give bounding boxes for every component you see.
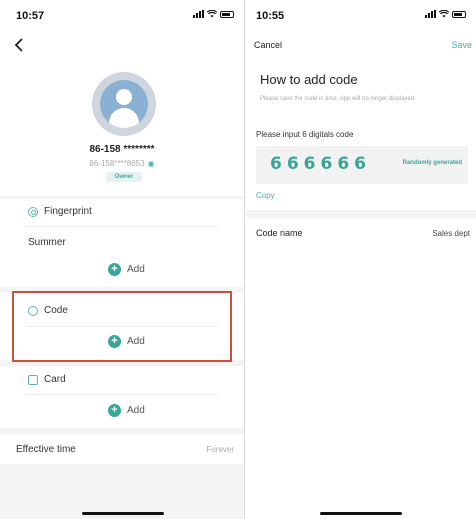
card-icon — [28, 374, 38, 385]
fingerprint-label: Fingerprint — [44, 206, 92, 217]
code-name-value: Sales dept — [432, 229, 470, 238]
user-phone-text: 86-158****8653 — [89, 159, 145, 168]
effective-time-label: Effective time — [16, 444, 76, 455]
status-bar: 10:55 — [246, 0, 476, 30]
copy-button[interactable]: Copy — [256, 191, 275, 200]
randomly-generated-button[interactable]: Randomly generated — [403, 160, 462, 166]
status-time: 10:57 — [16, 10, 45, 22]
signal-icon — [425, 10, 436, 18]
owner-badge: Owner — [106, 172, 142, 182]
card-label: Card — [44, 374, 66, 385]
add-label: Add — [127, 264, 145, 275]
effective-time-row[interactable]: Effective time Forever — [0, 434, 244, 464]
left-phone-screen: 10:57 86-158 ******** 86-158****8653 ◉ Ow… — [0, 0, 245, 519]
fingerprint-item[interactable]: Summer — [28, 237, 66, 248]
code-input-field[interactable]: 666666 Randomly generated — [256, 146, 468, 184]
save-hint: Please save the code in time, App will n… — [260, 96, 415, 102]
code-name-row[interactable]: Code name Sales dept — [246, 218, 476, 248]
battery-icon — [220, 10, 234, 18]
top-nav — [0, 30, 244, 62]
fingerprint-section: Fingerprint Summer + Add — [0, 199, 244, 287]
code-input-panel: Please input 6 digitals code 666666 Rand… — [246, 124, 476, 210]
user-name: 86-158 ******** — [89, 144, 155, 155]
signal-icon — [193, 10, 204, 18]
wifi-icon — [207, 10, 217, 18]
eye-icon[interactable]: ◉ — [148, 159, 155, 168]
add-card-button[interactable]: + Add — [108, 404, 145, 417]
code-value: 666666 — [270, 154, 371, 174]
wifi-icon — [439, 10, 449, 18]
divider — [26, 394, 218, 395]
plus-circle-icon: + — [108, 263, 121, 276]
divider — [26, 226, 218, 227]
status-icons — [193, 10, 234, 18]
save-button[interactable]: Save — [451, 40, 472, 50]
battery-icon — [452, 10, 466, 18]
card-header: Card — [28, 374, 66, 385]
empty-area — [246, 248, 476, 519]
status-bar: 10:57 — [0, 0, 244, 30]
screen-pair: 10:57 86-158 ******** 86-158****8653 ◉ Ow… — [0, 0, 476, 519]
status-time: 10:55 — [256, 10, 285, 22]
code-input-label: Please input 6 digitals code — [256, 130, 354, 139]
top-nav: Cancel Save — [246, 30, 476, 62]
fingerprint-header: Fingerprint — [28, 206, 92, 217]
plus-circle-icon: + — [108, 404, 121, 417]
home-indicator[interactable] — [320, 512, 402, 515]
effective-time-value: Forever — [206, 445, 234, 454]
card-section: Card + Add — [0, 366, 244, 428]
home-indicator[interactable] — [82, 512, 164, 515]
code-section-highlight — [12, 291, 232, 362]
add-label: Add — [127, 405, 145, 416]
status-icons — [425, 10, 466, 18]
code-name-label: Code name — [256, 228, 303, 238]
page-title: How to add code — [260, 72, 358, 87]
instructions-panel: How to add code Please save the code in … — [246, 62, 476, 124]
right-phone-screen: 10:55 Cancel Save How to add code Please… — [246, 0, 476, 519]
cancel-button[interactable]: Cancel — [254, 40, 282, 50]
fingerprint-icon — [28, 206, 38, 217]
add-fingerprint-button[interactable]: + Add — [108, 263, 145, 276]
chevron-left-icon[interactable] — [12, 36, 28, 54]
profile-card: 86-158 ******** 86-158****8653 ◉ Owner — [0, 62, 244, 196]
user-avatar-icon — [92, 72, 156, 136]
user-phone: 86-158****8653 ◉ — [0, 159, 244, 168]
